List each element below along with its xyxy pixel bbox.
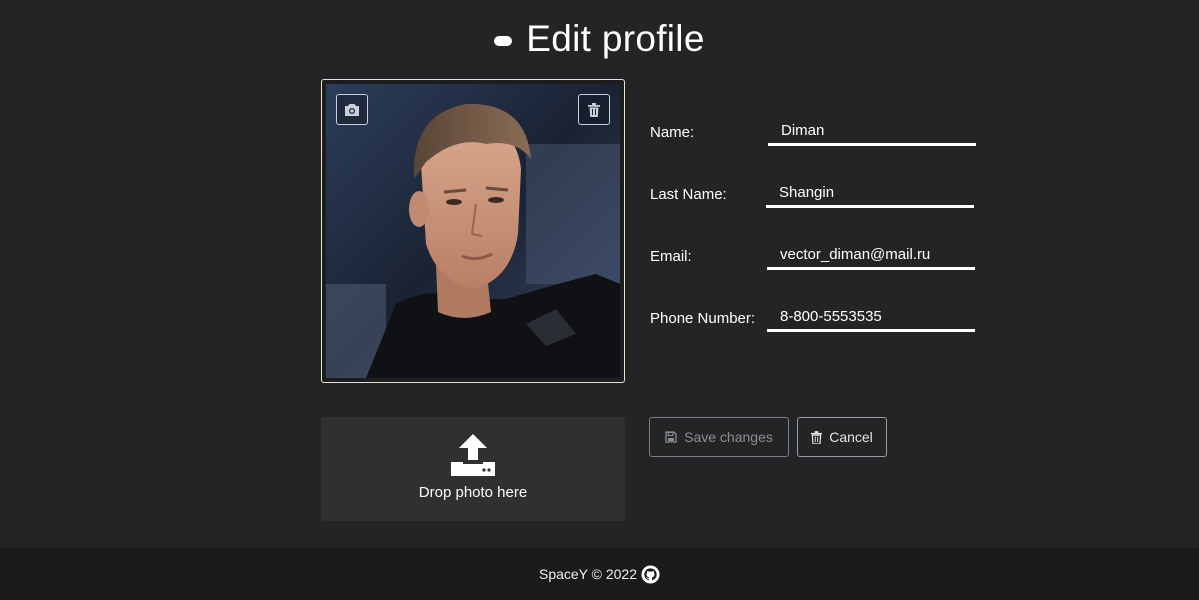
profile-photo-card: [321, 79, 625, 383]
floppy-disk-icon: [665, 431, 677, 443]
footer: SpaceY © 2022: [0, 548, 1199, 600]
cancel-button[interactable]: Cancel: [797, 417, 887, 457]
change-photo-button[interactable]: [336, 94, 368, 125]
email-input[interactable]: [767, 242, 975, 270]
photo-dropzone[interactable]: Drop photo here: [321, 417, 625, 521]
trash-icon: [588, 102, 600, 117]
trash-icon: [811, 430, 823, 444]
last-name-row: Last Name:: [650, 180, 980, 224]
edit-profile-page: Edit profile Name: Diman Last Name: Shan…: [0, 0, 1199, 600]
save-changes-button[interactable]: Save changes: [649, 417, 789, 457]
name-input[interactable]: [768, 118, 976, 146]
phone-label: Phone Number:: [650, 310, 756, 327]
name-row: Name:: [650, 118, 980, 162]
camera-icon: [345, 103, 359, 116]
last-name-input[interactable]: [766, 180, 974, 208]
footer-text: SpaceY © 2022: [538, 566, 638, 582]
upload-icon: [451, 434, 495, 476]
github-icon[interactable]: [641, 564, 660, 584]
delete-photo-button[interactable]: [578, 94, 610, 125]
page-header: Edit profile: [0, 18, 1199, 60]
name-label: Name:: [650, 124, 695, 141]
profile-photo-image: [326, 84, 620, 378]
last-name-label: Last Name:: [650, 186, 727, 203]
save-changes-label: Save changes: [684, 429, 773, 445]
phone-input[interactable]: [767, 304, 975, 332]
cancel-label: Cancel: [829, 429, 873, 445]
email-label: Email:: [650, 248, 692, 265]
profile-photo: [326, 84, 620, 378]
email-row: Email:: [650, 242, 980, 286]
page-title: Edit profile: [526, 18, 705, 59]
dot-icon: [494, 36, 513, 46]
dropzone-label: Drop photo here: [418, 484, 528, 501]
phone-row: Phone Number:: [650, 304, 980, 348]
